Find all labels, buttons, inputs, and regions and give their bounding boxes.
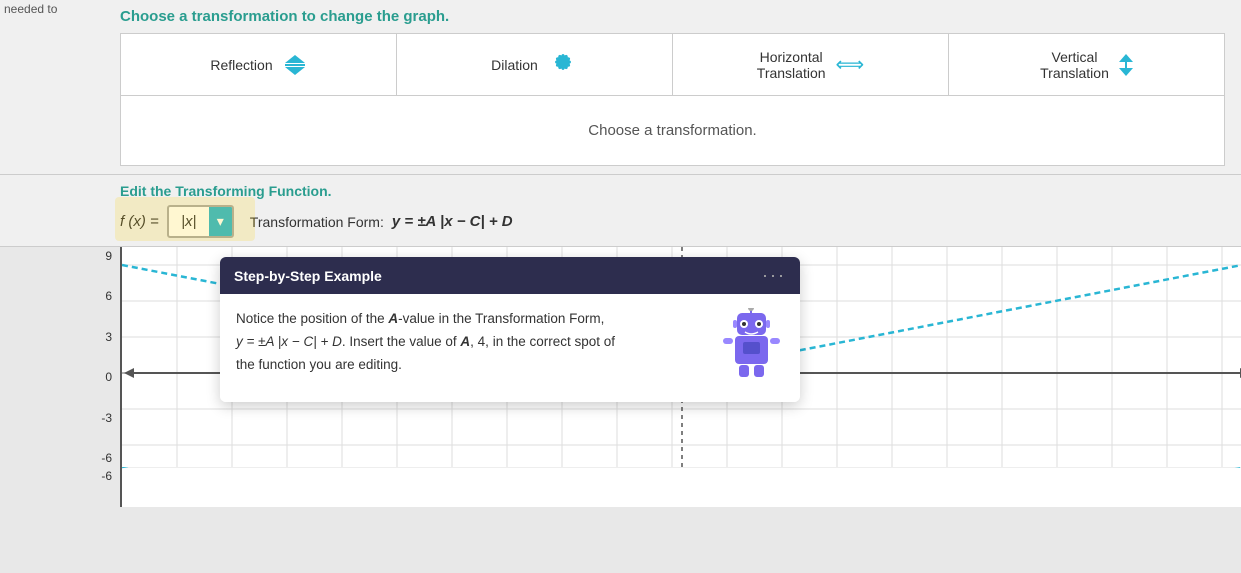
choose-title: Choose a transformation to change the gr… xyxy=(120,8,1225,25)
vertical-label: Vertical Translation xyxy=(1040,49,1109,81)
dilation-label: Dilation xyxy=(491,57,538,73)
y-label-0: 0 xyxy=(105,370,112,384)
fx-dropdown-button[interactable]: ▾ xyxy=(209,207,232,236)
needed-to-label: needed to xyxy=(0,0,61,18)
robot-figure xyxy=(719,308,784,388)
transformation-form-label: Transformation Form: xyxy=(250,214,384,230)
step-dots-button[interactable]: ··· xyxy=(762,265,786,286)
y-axis-labels: 9 6 3 0 -3 -6 xyxy=(0,247,120,467)
step-body: Notice the position of the A-value in th… xyxy=(220,294,800,402)
fx-input[interactable]: |x| xyxy=(169,209,209,234)
y-label-n3: -3 xyxy=(101,411,112,425)
step-header-title: Step-by-Step Example xyxy=(234,268,382,284)
y-label-n6-extra: -6 xyxy=(101,469,112,483)
transformation-card-dilation[interactable]: Dilation xyxy=(397,34,673,95)
edit-title: Edit the Transforming Function. xyxy=(120,183,1225,199)
horizontal-icon: ⟺ xyxy=(836,52,865,77)
step-by-step-box: Step-by-Step Example ··· Notice the posi… xyxy=(220,257,800,402)
y-label-6: 6 xyxy=(105,289,112,303)
step-text: Notice the position of the A-value in th… xyxy=(236,308,705,377)
step-header: Step-by-Step Example ··· xyxy=(220,257,800,294)
horizontal-label: Horizontal Translation xyxy=(757,49,826,81)
y-label-9: 9 xyxy=(105,249,112,263)
transformation-form-value: y = ±A |x − C| + D xyxy=(392,213,513,230)
transformation-card-reflection[interactable]: Reflection xyxy=(121,34,397,95)
transformation-card-vertical[interactable]: Vertical Translation xyxy=(949,34,1224,95)
transformation-card-horizontal[interactable]: Horizontal Translation ⟺ xyxy=(673,34,949,95)
y-label-3: 3 xyxy=(105,330,112,344)
reflection-label: Reflection xyxy=(210,57,272,73)
fx-input-container: |x| ▾ xyxy=(167,205,234,238)
y-label-n6: -6 xyxy=(101,451,112,465)
choose-transformation-area: Choose a transformation. xyxy=(120,96,1225,166)
vertical-icon xyxy=(1119,54,1133,76)
fx-label: f (x) = xyxy=(120,213,159,230)
dilation-icon xyxy=(548,48,578,81)
reflection-icon xyxy=(283,53,307,77)
